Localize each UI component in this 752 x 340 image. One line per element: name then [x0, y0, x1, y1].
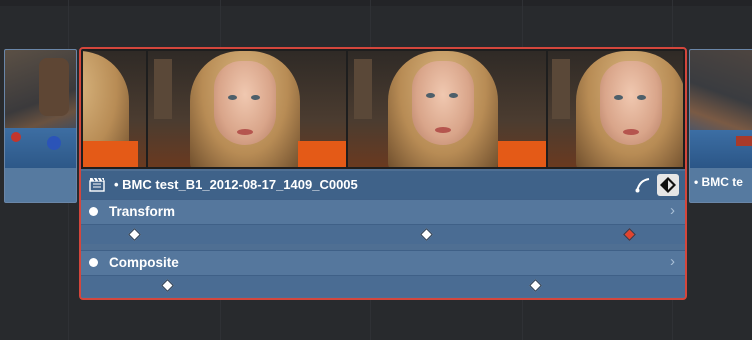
thumbnail-ball — [11, 132, 21, 142]
clip-thumbnail — [5, 50, 76, 168]
property-enable-dot[interactable] — [89, 258, 98, 267]
timeline-clip-selected[interactable]: • BMC test_B1_2012-08-17_1409_C0005 Tran… — [79, 47, 687, 300]
curve-editor-icon[interactable] — [635, 177, 651, 193]
keyframe-track-transform[interactable] — [81, 224, 685, 244]
keyframe-diamond-selected[interactable] — [623, 228, 636, 241]
keyframe-diamond[interactable] — [161, 279, 174, 292]
thumbnail-object — [736, 136, 752, 146]
property-enable-dot[interactable] — [89, 207, 98, 216]
keyframe-diamond[interactable] — [529, 279, 542, 292]
chevron-right-icon[interactable]: › — [670, 253, 675, 270]
filmstrip-frame — [548, 51, 683, 167]
keyframe-diamond-toggle-icon[interactable] — [657, 174, 679, 196]
timeline-clip-right[interactable]: • BMC te — [689, 49, 752, 203]
keyframe-diamond[interactable] — [420, 228, 433, 241]
chevron-right-icon[interactable]: › — [670, 202, 675, 219]
film-clapper-icon — [89, 177, 105, 192]
keyframe-diamond[interactable] — [128, 228, 141, 241]
clip-thumbnail — [690, 50, 752, 168]
property-label: Transform — [109, 204, 176, 219]
clip-name: • BMC test_B1_2012-08-17_1409_C0005 — [114, 177, 358, 192]
filmstrip-frame — [83, 51, 146, 167]
clip-filmstrip — [81, 49, 685, 169]
thumbnail-figure — [39, 58, 69, 116]
keyframe-track-composite[interactable] — [81, 275, 685, 297]
clip-header[interactable]: • BMC test_B1_2012-08-17_1409_C0005 — [81, 171, 685, 199]
keyframe-property-composite[interactable]: Composite › — [81, 250, 685, 275]
property-label: Composite — [109, 255, 179, 270]
timeline-ruler-strip — [0, 0, 752, 6]
thumbnail-ball — [47, 136, 61, 150]
filmstrip-frame — [148, 51, 346, 167]
clip-name: • BMC te — [694, 175, 743, 189]
filmstrip-frame — [348, 51, 546, 167]
timeline-clip-left[interactable] — [4, 49, 77, 203]
keyframe-property-transform[interactable]: Transform › — [81, 199, 685, 224]
